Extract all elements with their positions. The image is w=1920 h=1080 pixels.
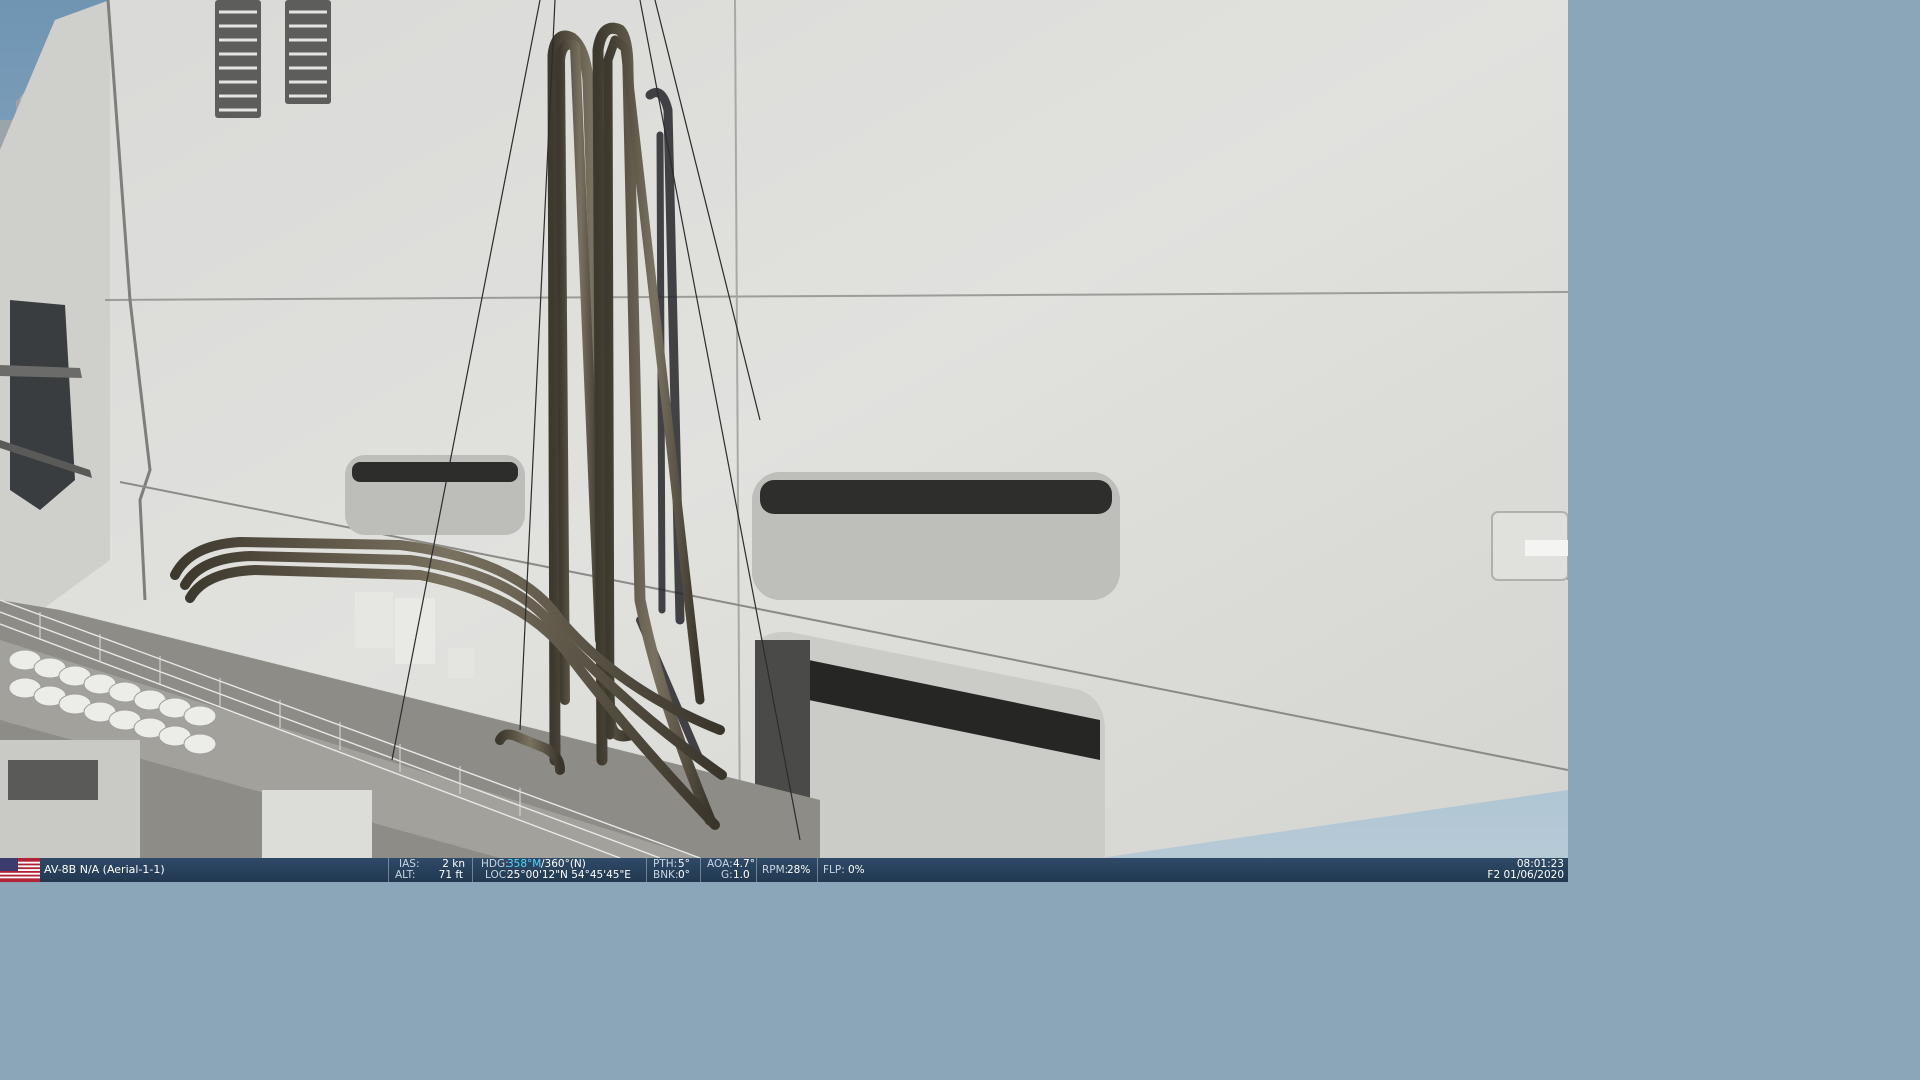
g-label: G:	[721, 869, 733, 881]
alt-value: 71 ft	[438, 869, 463, 881]
unit-name: AV-8B N/A (Aerial-1-1)	[44, 863, 165, 876]
rpm-cell: RPM: 28%	[756, 858, 817, 882]
ship-superstructure-scene	[0, 0, 1568, 858]
clock: 08:01:23 F2 01/06/2020	[1487, 859, 1564, 881]
loc-label: LOC:	[485, 869, 510, 881]
us-flag-icon	[0, 858, 40, 882]
ias-alt-cell: IAS: 2 kn ALT: 71 ft	[388, 858, 469, 882]
rpm-value: 28%	[787, 864, 811, 876]
pth-bnk-cell: PTH: 5° BNK: 0°	[646, 858, 699, 882]
rpm-label: RPM:	[762, 864, 789, 876]
bnk-label: BNK:	[653, 869, 679, 881]
flp-cell: FLP: 0%	[817, 858, 870, 882]
clock-date: F2 01/06/2020	[1487, 869, 1564, 881]
alt-label: ALT:	[395, 869, 416, 881]
bnk-value: 0°	[678, 869, 690, 881]
status-bar: AV-8B N/A (Aerial-1-1) IAS: 2 kn ALT: 71…	[0, 858, 1568, 882]
loc-value: 25°00'12"N 54°45'45"E	[507, 869, 631, 881]
flp-label: FLP:	[823, 864, 845, 876]
game-viewport[interactable]	[0, 0, 1568, 858]
flp-value: 0%	[848, 864, 865, 876]
hdg-loc-cell: HDG: 358°M /360°(N) LOC: 25°00'12"N 54°4…	[472, 858, 645, 882]
g-value: 1.0	[733, 869, 750, 881]
aoa-g-cell: AOA: 4.7° G: 1.0	[700, 858, 756, 882]
